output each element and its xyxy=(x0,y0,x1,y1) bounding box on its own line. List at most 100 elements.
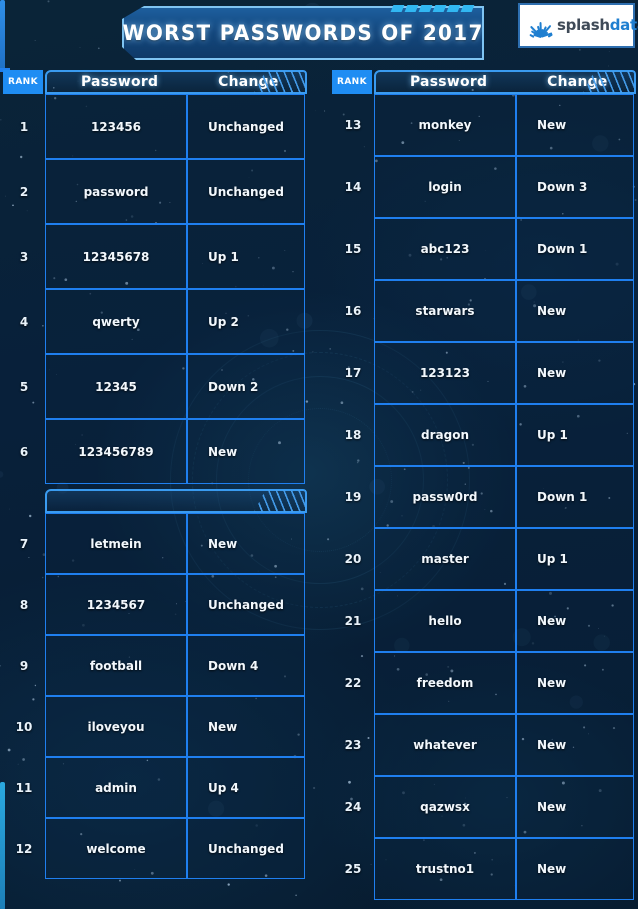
cell-password: passw0rd xyxy=(374,466,516,528)
table-row[interactable]: 8 1234567 Unchanged xyxy=(3,574,307,635)
cell-rank: 12 xyxy=(15,841,33,856)
cell-password: password xyxy=(45,159,187,224)
table-row[interactable]: 1 123456 Unchanged xyxy=(3,94,307,159)
cell-password: monkey xyxy=(374,94,516,156)
cell-password: iloveyou xyxy=(45,696,187,757)
cell-password: 123456 xyxy=(45,94,187,159)
cell-rank: 6 xyxy=(19,444,29,459)
table-row[interactable]: 22 freedom New xyxy=(332,652,636,714)
cell-change: Up 4 xyxy=(187,757,305,818)
title-dash-decoration xyxy=(390,5,475,12)
table-row[interactable]: 25 trustno1 New xyxy=(332,838,636,900)
password-table-left-top: Password Change RANK 1 123456 Unchanged 2 passw… xyxy=(3,70,307,484)
cell-change: New xyxy=(516,776,634,838)
cell-rank: 1 xyxy=(19,119,29,134)
header-hatch-decoration xyxy=(254,490,306,512)
table-row[interactable]: 18 dragon Up 1 xyxy=(332,404,636,466)
cell-rank: 14 xyxy=(344,180,362,194)
cell-password: letmein xyxy=(45,513,187,574)
table-row[interactable]: 3 12345678 Up 1 xyxy=(3,224,307,289)
column-header-rank: RANK xyxy=(332,70,372,94)
cell-change: Up 1 xyxy=(516,404,634,466)
cell-rank: 2 xyxy=(19,184,29,199)
table-header-row: Password Change xyxy=(374,70,636,94)
logo-word-primary: splash xyxy=(557,16,610,34)
cell-password: admin xyxy=(45,757,187,818)
cell-change: Down 2 xyxy=(187,354,305,419)
table-row[interactable]: 12 welcome Unchanged xyxy=(3,818,307,879)
table-row[interactable]: 24 qazwsx New xyxy=(332,776,636,838)
cell-change: Unchanged xyxy=(187,94,305,159)
cell-change: Unchanged xyxy=(187,574,305,635)
cell-password: trustno1 xyxy=(374,838,516,900)
cell-change: Up 1 xyxy=(516,528,634,590)
cell-password: dragon xyxy=(374,404,516,466)
cell-rank: 5 xyxy=(19,379,29,394)
table-header-row: Password Change xyxy=(45,70,307,94)
cell-change: Down 4 xyxy=(187,635,305,696)
table-row[interactable]: 9 football Down 4 xyxy=(3,635,307,696)
cell-change: New xyxy=(516,590,634,652)
table-row[interactable]: 4 qwerty Up 2 xyxy=(3,289,307,354)
cell-rank: 15 xyxy=(344,242,362,256)
table-row[interactable]: 21 hello New xyxy=(332,590,636,652)
table-row[interactable]: 6 123456789 New xyxy=(3,419,307,484)
cell-change: Unchanged xyxy=(187,159,305,224)
title-banner: WORST PASSWORDS OF 2017 xyxy=(122,6,484,60)
cell-rank: 10 xyxy=(15,719,33,734)
table-row[interactable]: 10 iloveyou New xyxy=(3,696,307,757)
table-row[interactable]: 5 12345 Down 2 xyxy=(3,354,307,419)
page-header: WORST PASSWORDS OF 2017 splashdata xyxy=(0,0,638,68)
cell-change: Up 2 xyxy=(187,289,305,354)
cell-change: New xyxy=(516,280,634,342)
table-row[interactable]: 15 abc123 Down 1 xyxy=(332,218,636,280)
cell-rank: 13 xyxy=(344,118,362,132)
table-row[interactable]: 14 login Down 3 xyxy=(332,156,636,218)
cell-change: Down 3 xyxy=(516,156,634,218)
cell-change: New xyxy=(516,838,634,900)
table-row[interactable]: 2 password Unchanged xyxy=(3,159,307,224)
cell-rank: 24 xyxy=(344,800,362,814)
cell-password: 123456789 xyxy=(45,419,187,484)
cell-password: starwars xyxy=(374,280,516,342)
cell-password: login xyxy=(374,156,516,218)
table-row[interactable]: 19 passw0rd Down 1 xyxy=(332,466,636,528)
table-row[interactable]: 23 whatever New xyxy=(332,714,636,776)
cell-change: New xyxy=(187,696,305,757)
cell-rank: 7 xyxy=(19,536,29,551)
cell-change: New xyxy=(187,419,305,484)
cell-password: 123123 xyxy=(374,342,516,404)
column-header-rank: RANK xyxy=(3,70,43,94)
password-table-right: Password Change RANK 13 monkey New 14 login Down… xyxy=(332,70,636,900)
logo-word-accent: data xyxy=(609,16,638,34)
cell-password: hello xyxy=(374,590,516,652)
cell-change: Down 1 xyxy=(516,218,634,280)
cell-password: football xyxy=(45,635,187,696)
column-header-password: Password xyxy=(409,74,488,90)
table-row[interactable]: 16 starwars New xyxy=(332,280,636,342)
cell-rank: 25 xyxy=(344,862,362,876)
logo-wordmark: splashdata xyxy=(557,18,638,33)
cell-change: Down 1 xyxy=(516,466,634,528)
cell-change: New xyxy=(516,94,634,156)
cell-change: Unchanged xyxy=(187,818,305,879)
table-row[interactable]: 11 admin Up 4 xyxy=(3,757,307,818)
table-row[interactable]: 20 master Up 1 xyxy=(332,528,636,590)
table-row[interactable]: 17 123123 New xyxy=(332,342,636,404)
table-row[interactable]: 13 monkey New xyxy=(332,94,636,156)
cell-rank: 18 xyxy=(344,428,362,442)
cell-password: whatever xyxy=(374,714,516,776)
cell-password: 1234567 xyxy=(45,574,187,635)
cell-password: welcome xyxy=(45,818,187,879)
cell-password: abc123 xyxy=(374,218,516,280)
cell-rank: 4 xyxy=(19,314,29,329)
cell-rank: 11 xyxy=(15,780,33,795)
cell-change: New xyxy=(516,342,634,404)
cell-change: New xyxy=(516,652,634,714)
cell-rank: 3 xyxy=(19,249,29,264)
cell-rank: 21 xyxy=(344,614,362,628)
cell-password: freedom xyxy=(374,652,516,714)
splash-burst-icon xyxy=(528,12,554,40)
password-table-left-bottom: 7 letmein New 8 1234567 Unchanged 9 football Dow… xyxy=(3,489,307,879)
table-row[interactable]: 7 letmein New xyxy=(3,513,307,574)
